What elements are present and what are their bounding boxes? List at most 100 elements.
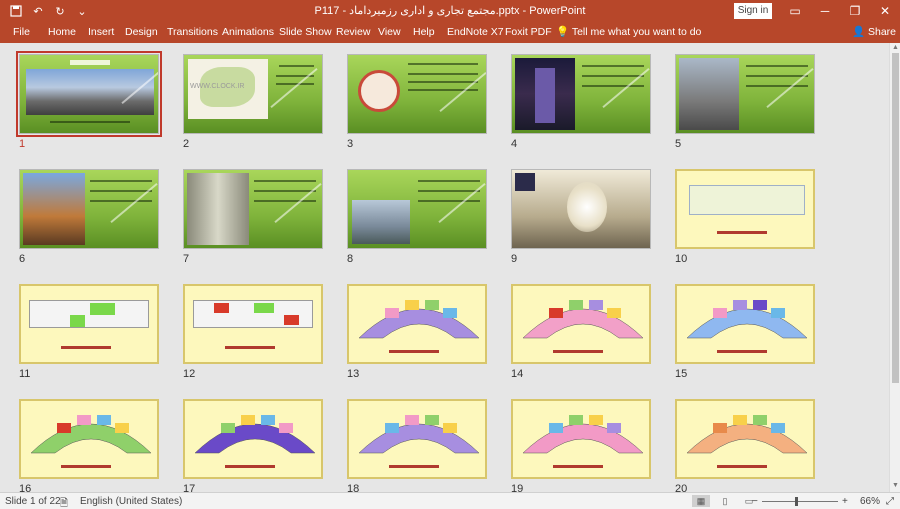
reading-view-icon[interactable]: ▯ bbox=[716, 495, 734, 507]
slide-number: 6 bbox=[19, 253, 26, 265]
tab-view[interactable]: View bbox=[378, 26, 401, 38]
ribbon-tabs: File Home Insert Design Transitions Anim… bbox=[0, 22, 900, 43]
building-photo bbox=[23, 173, 85, 245]
slide-counter: Slide 1 of 22 bbox=[5, 496, 61, 507]
interior-photo bbox=[187, 173, 249, 245]
text-line bbox=[582, 85, 644, 87]
sign-in-button[interactable]: Sign in bbox=[734, 3, 772, 19]
zoom-out-button[interactable]: − bbox=[752, 496, 758, 507]
building-photo bbox=[352, 200, 410, 244]
tab-design[interactable]: Design bbox=[125, 26, 158, 38]
tab-home[interactable]: Home bbox=[48, 26, 76, 38]
slide-thumbnail-9[interactable] bbox=[511, 169, 651, 249]
tab-slide-show[interactable]: Slide Show bbox=[279, 26, 332, 38]
slide-thumbnail-20[interactable] bbox=[675, 399, 815, 479]
share-button[interactable]: 👤 Share bbox=[852, 25, 896, 38]
slide-number: 5 bbox=[675, 138, 682, 150]
plan-caption bbox=[61, 465, 111, 468]
sheen bbox=[270, 67, 318, 109]
slide-thumbnail-3[interactable] bbox=[347, 54, 487, 134]
tab-insert[interactable]: Insert bbox=[88, 26, 114, 38]
tell-me-search[interactable]: 💡 Tell me what you want to do bbox=[556, 25, 701, 38]
tab-file[interactable]: File bbox=[13, 26, 30, 38]
slide-thumbnail-17[interactable] bbox=[183, 399, 323, 479]
slide-number: 13 bbox=[347, 368, 360, 380]
slide-thumbnail-19[interactable] bbox=[511, 399, 651, 479]
slide-thumbnail-12[interactable] bbox=[183, 284, 323, 364]
plan-caption bbox=[553, 350, 603, 353]
plan-caption bbox=[61, 346, 111, 349]
slide-thumbnail-6[interactable] bbox=[19, 169, 159, 249]
person-icon: 👤 bbox=[852, 26, 866, 38]
slide-number: 4 bbox=[511, 138, 518, 150]
ribbon-display-icon[interactable]: ▭ bbox=[780, 0, 810, 22]
tab-endnote[interactable]: EndNote X7 bbox=[447, 26, 504, 38]
vertical-scrollbar[interactable]: ▲ ▼ bbox=[889, 43, 900, 492]
close-icon[interactable]: ✕ bbox=[870, 0, 900, 22]
slide-number: 2 bbox=[183, 138, 190, 150]
text-line bbox=[582, 75, 644, 77]
fit-to-window-icon[interactable]: ⤢ bbox=[886, 496, 894, 507]
slide-thumbnail-1[interactable] bbox=[16, 51, 162, 137]
tab-transitions[interactable]: Transitions bbox=[167, 26, 218, 38]
text-line bbox=[90, 190, 152, 192]
text-line bbox=[50, 121, 130, 123]
spelling-icon[interactable]: 🗎 bbox=[60, 496, 68, 509]
plan-room bbox=[284, 315, 299, 325]
slide-number: 15 bbox=[675, 368, 688, 380]
slide-thumbnail-4[interactable] bbox=[511, 54, 651, 134]
slide-thumbnail-2[interactable]: WWW.CLOCK.IR bbox=[183, 54, 323, 134]
tab-animations[interactable]: Animations bbox=[222, 26, 274, 38]
language-indicator[interactable]: English (United States) bbox=[80, 496, 182, 507]
tab-help[interactable]: Help bbox=[413, 26, 435, 38]
restore-icon[interactable]: ❐ bbox=[840, 0, 870, 22]
zoom-in-button[interactable]: + bbox=[842, 496, 848, 507]
plan-caption bbox=[225, 346, 275, 349]
text-line bbox=[408, 63, 478, 65]
slide-thumbnail-10[interactable] bbox=[675, 169, 815, 249]
slide-thumbnail-13[interactable] bbox=[347, 284, 487, 364]
floor-plan bbox=[193, 300, 313, 328]
text-line bbox=[254, 190, 316, 192]
slide-number: 19 bbox=[511, 483, 524, 492]
colored-floor-plan bbox=[686, 300, 808, 339]
tower-photo bbox=[679, 58, 739, 130]
text-line bbox=[279, 65, 314, 67]
scroll-down-icon[interactable]: ▼ bbox=[892, 482, 899, 490]
colored-floor-plan bbox=[686, 415, 808, 454]
floor-plan bbox=[29, 300, 149, 328]
tab-review[interactable]: Review bbox=[336, 26, 370, 38]
zoom-slider[interactable] bbox=[762, 501, 838, 502]
logo-badge bbox=[515, 173, 535, 191]
tab-foxit-pdf[interactable]: Foxit PDF bbox=[505, 26, 552, 38]
slide-number: 20 bbox=[675, 483, 688, 492]
slide-thumbnail-16[interactable] bbox=[19, 399, 159, 479]
slide-sorter: 1 WWW.CLOCK.IR 2 3 4 5 6 7 8 9 10 11 12 … bbox=[0, 43, 889, 492]
slide-thumbnail-5[interactable] bbox=[675, 54, 815, 134]
night-photo bbox=[515, 58, 575, 130]
minimize-icon[interactable]: ─ bbox=[810, 0, 840, 22]
slide-sorter-view-icon[interactable]: ▦ bbox=[692, 495, 710, 507]
sheen bbox=[274, 182, 322, 224]
scrollbar-thumb[interactable] bbox=[892, 53, 899, 383]
slide-thumbnail-15[interactable] bbox=[675, 284, 815, 364]
slide-thumbnail-14[interactable] bbox=[511, 284, 651, 364]
sheen bbox=[766, 67, 814, 109]
zoom-slider-thumb[interactable] bbox=[795, 497, 798, 506]
colored-floor-plan bbox=[194, 415, 316, 454]
plan-room bbox=[90, 303, 115, 315]
slide-number: 17 bbox=[183, 483, 196, 492]
slide-number: 1 bbox=[19, 138, 26, 150]
watermark-text: WWW.CLOCK.IR bbox=[190, 83, 245, 90]
status-bar: Slide 1 of 22 🗎 English (United States) … bbox=[0, 492, 900, 509]
slide-thumbnail-18[interactable] bbox=[347, 399, 487, 479]
lightbulb-icon: 💡 bbox=[556, 26, 570, 38]
text-line bbox=[746, 65, 808, 67]
zoom-level[interactable]: 66% bbox=[860, 496, 880, 507]
slide-thumbnail-8[interactable] bbox=[347, 169, 487, 249]
slide-thumbnail-7[interactable] bbox=[183, 169, 323, 249]
slide-thumbnail-11[interactable] bbox=[19, 284, 159, 364]
floor-plan bbox=[689, 185, 805, 215]
scroll-up-icon[interactable]: ▲ bbox=[892, 44, 899, 52]
title-bar: ↶ ↻ ⌄ P117 - مجتمع تجاری و اداری رزمیردا… bbox=[0, 0, 900, 22]
